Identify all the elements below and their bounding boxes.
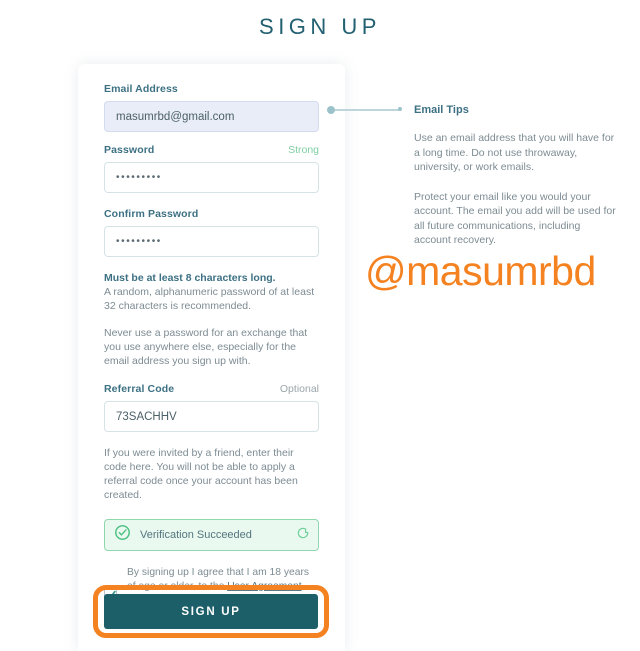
password-rule-text: Must be at least 8 characters long. A ra… — [104, 271, 319, 313]
password-field-header: Password Strong — [104, 144, 319, 156]
referral-label: Referral Code — [104, 383, 175, 395]
email-tips-paragraph-1: Use an email address that you will have … — [414, 132, 615, 173]
referral-optional-label: Optional — [279, 383, 319, 395]
password-strength-badge: Strong — [288, 144, 319, 156]
verification-label: Verification Succeeded — [140, 529, 252, 541]
signup-button[interactable]: SIGN UP — [104, 594, 318, 629]
confirm-password-input[interactable] — [104, 226, 319, 257]
email-input[interactable] — [104, 101, 319, 132]
check-circle-icon — [114, 524, 131, 546]
page-title: SIGN UP — [259, 14, 381, 39]
connector-dot-left — [327, 106, 335, 114]
connector-dot-right — [398, 107, 402, 111]
password-warning-text: Never use a password for an exchange tha… — [104, 327, 308, 367]
email-tips-panel: Email Tips Use an email address that you… — [414, 104, 619, 248]
referral-help-text: If you were invited by a friend, enter t… — [104, 447, 298, 501]
password-rule-body: A random, alphanumeric password of at le… — [104, 286, 315, 312]
email-label: Email Address — [104, 83, 178, 95]
confirm-password-field-header: Confirm Password — [104, 208, 319, 220]
signup-card: Email Address Password Strong Confirm Pa… — [78, 64, 345, 651]
connector-line — [335, 109, 399, 111]
refresh-icon[interactable] — [296, 526, 310, 545]
confirm-password-label: Confirm Password — [104, 208, 199, 220]
password-label: Password — [104, 144, 155, 156]
email-tips-paragraph-2: Protect your email like you would your a… — [414, 190, 616, 247]
verification-status-box: Verification Succeeded — [104, 519, 319, 551]
password-rule-bold: Must be at least 8 characters long. — [104, 272, 276, 284]
referral-code-input[interactable] — [104, 401, 319, 432]
watermark-text: @masumrbd — [365, 248, 596, 294]
email-field-header: Email Address — [104, 83, 319, 95]
referral-field-header: Referral Code Optional — [104, 383, 319, 395]
email-tips-title: Email Tips — [414, 104, 469, 116]
password-input[interactable] — [104, 162, 319, 193]
